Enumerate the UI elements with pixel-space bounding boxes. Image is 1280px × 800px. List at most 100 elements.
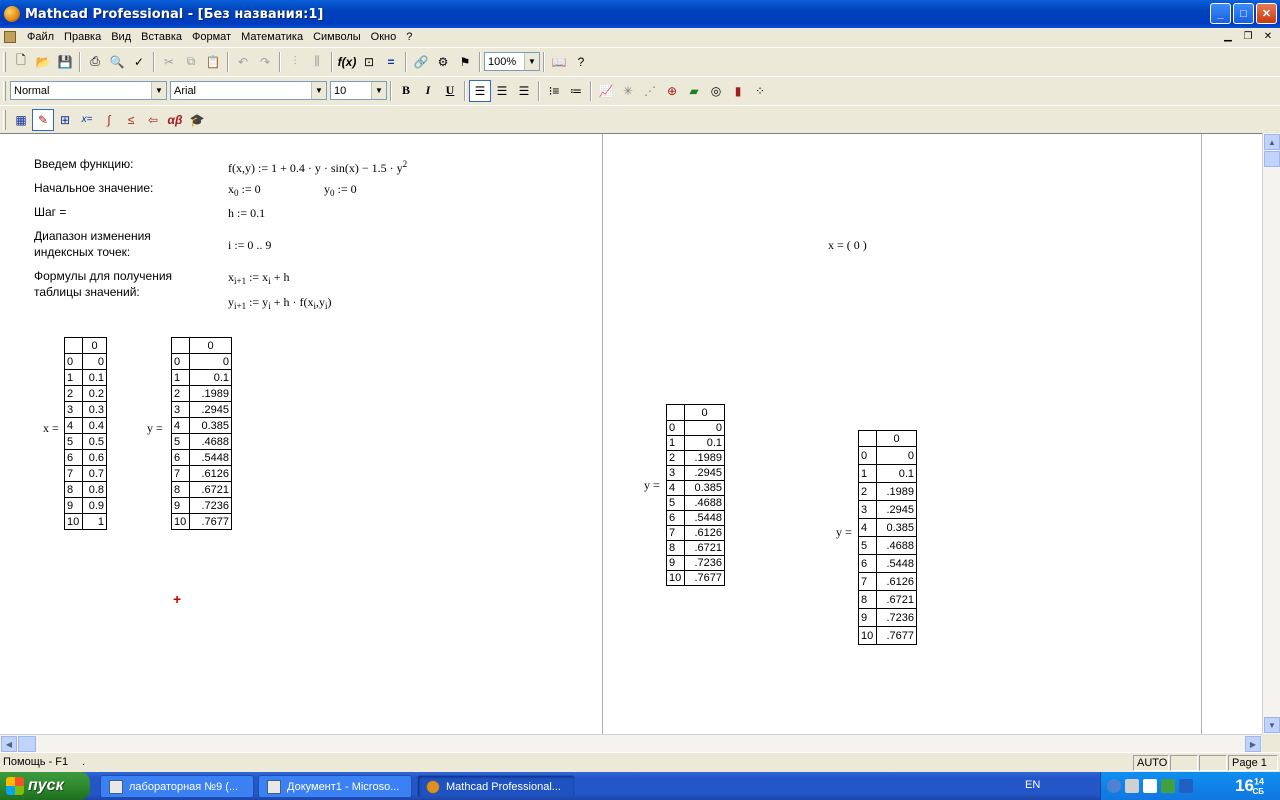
menu-window[interactable]: Окно — [366, 31, 402, 43]
3d-bar-icon[interactable]: ◎ — [705, 80, 727, 102]
label-formulas[interactable]: Формулы для получения таблицы значений: — [34, 268, 172, 300]
mathcad-app-icon[interactable] — [4, 6, 20, 22]
menu-math[interactable]: Математика — [236, 31, 308, 43]
print-icon[interactable]: ⎙ — [84, 51, 106, 73]
calculator-palette-icon[interactable]: ▦ — [10, 109, 32, 131]
surface-plot-icon[interactable]: ⋰ — [639, 80, 661, 102]
doc-minimize-button[interactable]: ▁ — [1220, 29, 1236, 43]
doc-close-button[interactable]: ✕ — [1260, 29, 1276, 43]
x0-definition[interactable]: x0 := 0 — [228, 181, 261, 201]
vector-field-icon[interactable]: ⁘ — [749, 80, 771, 102]
menu-edit[interactable]: Правка — [59, 31, 106, 43]
language-indicator[interactable]: EN — [1025, 779, 1040, 791]
spellcheck-icon[interactable]: ✓ — [128, 51, 150, 73]
programming-palette-icon[interactable]: ⇦ — [142, 109, 164, 131]
bold-icon[interactable]: B — [395, 80, 417, 102]
symbolic-palette-icon[interactable]: 🎓 — [186, 109, 208, 131]
resource-center-icon[interactable]: 📖 — [548, 51, 570, 73]
greek-palette-icon[interactable]: αβ — [164, 109, 186, 131]
cut-icon[interactable]: ✂ — [158, 51, 180, 73]
menu-insert[interactable]: Вставка — [136, 31, 187, 43]
label-step[interactable]: Шаг = — [34, 204, 66, 220]
contour-plot-icon[interactable]: ⊕ — [661, 80, 683, 102]
print-preview-icon[interactable]: 🔍 — [106, 51, 128, 73]
menu-view[interactable]: Вид — [106, 31, 136, 43]
run-script-icon[interactable]: ⚑ — [454, 51, 476, 73]
insert-hyperlink-icon[interactable]: 🔗 — [410, 51, 432, 73]
range-definition[interactable]: i := 0 .. 9 — [228, 237, 271, 253]
menu-symbolics[interactable]: Символы — [308, 31, 366, 43]
evaluation-palette-icon[interactable]: x= — [76, 109, 98, 131]
menu-format[interactable]: Формат — [187, 31, 236, 43]
task-button-document[interactable]: Документ1 - Microso... — [258, 775, 412, 798]
x-result-table[interactable]: 0 0 0 1 0.1 2 0.2 3 0.3 4 0.4 5 0.5 6 0.6 7 0.7 8 0.8 9 0.9 1… — [64, 337, 107, 530]
tray-app-icon[interactable] — [1179, 779, 1193, 793]
menu-help[interactable]: ? — [401, 31, 417, 43]
align-down-icon[interactable]: ⫼ — [306, 51, 328, 73]
save-icon[interactable]: 💾 — [54, 51, 76, 73]
open-icon[interactable]: 📂 — [32, 51, 54, 73]
vertical-scroll-thumb[interactable] — [1264, 151, 1280, 167]
copy-icon[interactable]: ⧉ — [180, 51, 202, 73]
undo-icon[interactable]: ↶ — [232, 51, 254, 73]
chevron-down-icon[interactable]: ▼ — [151, 82, 166, 99]
numbering-icon[interactable]: ≔ — [565, 80, 587, 102]
insert-function-icon[interactable]: f(x) — [336, 51, 358, 73]
font-size-select[interactable]: 10 ▼ — [330, 81, 387, 100]
graph-palette-icon[interactable]: ✎ — [32, 108, 54, 131]
worksheet[interactable]: Введем функцию: f(x,y) := 1 + 0.4 · y · … — [0, 133, 1262, 734]
y-recurrence[interactable]: yi+1 := yi + h · f(xi,yi) — [228, 294, 332, 314]
calculus-palette-icon[interactable]: ∫ — [98, 109, 120, 131]
scroll-down-icon[interactable]: ▼ — [1264, 717, 1280, 733]
step-definition[interactable]: h := 0.1 — [228, 205, 265, 221]
y-result-table-2[interactable]: 0 0 0 1 0.1 2.1989 3.2945 4 0.385 5.4688 6.5448 7.6… — [666, 404, 725, 586]
zoom-select[interactable]: 100% ▼ — [484, 52, 540, 71]
xy-plot-icon[interactable]: 📈 — [595, 80, 617, 102]
align-right-icon[interactable]: ☰ — [513, 80, 535, 102]
maximize-button[interactable]: □ — [1233, 3, 1254, 24]
redo-icon[interactable]: ↷ — [254, 51, 276, 73]
polar-plot-icon[interactable]: ✳ — [617, 80, 639, 102]
boolean-palette-icon[interactable]: ≤ — [120, 109, 142, 131]
volume-icon[interactable] — [1143, 779, 1157, 793]
chevron-down-icon[interactable]: ▼ — [371, 82, 386, 99]
tray-arrow-icon[interactable] — [1107, 779, 1121, 793]
insert-unit-icon[interactable]: ⊡ — [358, 51, 380, 73]
patch-plot-icon[interactable]: ▮ — [727, 80, 749, 102]
align-left-icon[interactable]: ☰ — [469, 79, 491, 102]
x-recurrence[interactable]: xi+1 := xi + h — [228, 269, 289, 289]
menu-file[interactable]: Файл — [22, 31, 59, 43]
start-button[interactable]: пуск — [0, 772, 90, 800]
horizontal-scroll-thumb[interactable] — [18, 736, 36, 752]
italic-icon[interactable]: I — [417, 80, 439, 102]
scroll-right-icon[interactable]: ▶ — [1245, 736, 1261, 752]
y-result-table[interactable]: 0 0 0 1 0.1 2.1989 3.2945 4 0.385 5.4688 6.5448 7.6… — [171, 337, 232, 530]
label-range[interactable]: Диапазон изменения индексных точек: — [34, 228, 151, 260]
bullets-icon[interactable]: ⁝≡ — [543, 80, 565, 102]
underline-icon[interactable]: U — [439, 80, 461, 102]
chevron-down-icon[interactable]: ▼ — [524, 53, 539, 70]
scroll-up-icon[interactable]: ▲ — [1264, 134, 1280, 150]
y0-definition[interactable]: y0 := 0 — [324, 181, 357, 201]
doc-restore-button[interactable]: ❐ — [1240, 29, 1256, 43]
task-button-lab[interactable]: лабораторная №9 (... — [100, 775, 254, 798]
task-button-mathcad[interactable]: Mathcad Professional... — [417, 775, 575, 798]
align-across-icon[interactable]: ⫶ — [284, 51, 306, 73]
matrix-palette-icon[interactable]: ⊞ — [54, 109, 76, 131]
new-icon[interactable]: 🗋 — [10, 51, 32, 73]
close-button[interactable]: ✕ — [1256, 3, 1277, 24]
help-icon[interactable]: ? — [570, 51, 592, 73]
calculate-icon[interactable]: = — [380, 51, 402, 73]
style-select[interactable]: Normal ▼ — [10, 81, 167, 100]
x-result-right[interactable]: x = ( 0 ) — [828, 237, 867, 253]
label-initial-value[interactable]: Начальное значение: — [34, 180, 153, 196]
battery-icon[interactable] — [1161, 779, 1175, 793]
paste-icon[interactable]: 📋 — [202, 51, 224, 73]
y-result-table-3[interactable]: 0 0 0 1 0.1 2.1989 3.2945 4 0.385 5.4688 6.5448 7.6… — [858, 430, 917, 645]
label-function[interactable]: Введем функцию: — [34, 156, 133, 172]
scroll-left-icon[interactable]: ◀ — [1, 736, 17, 752]
align-center-icon[interactable]: ☰ — [491, 80, 513, 102]
chevron-down-icon[interactable]: ▼ — [311, 82, 326, 99]
component-wizard-icon[interactable]: ⚙ — [432, 51, 454, 73]
vertical-scrollbar[interactable]: ▲ ▼ — [1262, 133, 1280, 734]
